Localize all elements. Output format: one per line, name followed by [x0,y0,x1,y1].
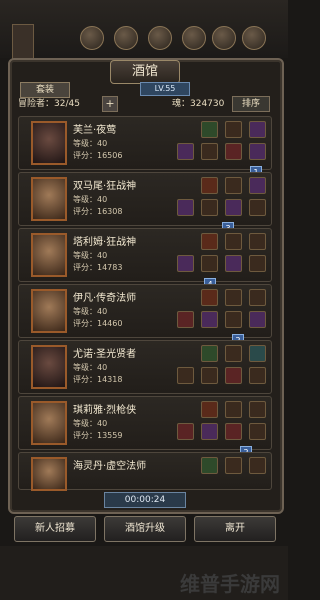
hero-level: 等级：40 [73,195,108,204]
equip-slot[interactable] [249,311,266,328]
equip-slot[interactable] [201,401,218,418]
equip-slot[interactable] [225,199,242,216]
equip-slot[interactable] [225,367,242,384]
menu-icon[interactable] [12,24,34,62]
equip-slot[interactable] [225,177,242,194]
equip-slot[interactable] [201,199,218,216]
hero-portrait [31,121,67,165]
hero-portrait [31,233,67,277]
adventurer-count: 冒险者：32/45 [18,99,80,109]
settings-icon[interactable] [242,26,266,50]
hero-score: 评分：16308 [73,207,123,216]
equip-slot[interactable] [225,423,242,440]
top-bar [0,0,288,62]
equip-slot[interactable] [225,311,242,328]
hero-portrait [31,401,67,445]
equip-slot[interactable] [249,457,266,474]
watermark: 维普手游网 [180,572,280,596]
hero-icon[interactable] [80,26,104,50]
tavern-icon[interactable] [114,26,138,50]
equip-slot[interactable] [249,289,266,306]
equip-slot[interactable] [177,423,194,440]
hero-name: 伊凡·传奇法师 [73,293,137,304]
equip-slot[interactable] [249,401,266,418]
hero-card[interactable]: 海灵丹·虚空法师 [18,452,272,491]
equip-slot[interactable] [177,367,194,384]
hero-portrait [31,289,67,333]
equip-slot[interactable] [225,121,242,138]
equip-slot[interactable] [225,401,242,418]
hero-card[interactable]: 芙兰·夜莺 等级：40 评分：16506 [18,116,272,170]
chest-icon[interactable] [148,26,172,50]
equip-slot[interactable] [225,345,242,362]
equip-slot[interactable] [201,233,218,250]
equip-slot[interactable] [225,255,242,272]
scroll-icon[interactable] [212,26,236,50]
equip-slot[interactable] [249,367,266,384]
hero-name: 尤诺·圣光贤者 [73,349,137,360]
equip-slot[interactable] [249,423,266,440]
equip-slot[interactable] [201,289,218,306]
hero-name: 琪莉雅·烈枪侠 [73,405,137,416]
equip-slot[interactable] [177,143,194,160]
sort-button[interactable]: 排序 [232,96,270,112]
hero-score: 评分：13559 [73,431,123,440]
hero-level: 等级：40 [73,251,108,260]
equip-slot[interactable] [201,423,218,440]
equip-slot[interactable] [201,121,218,138]
hero-portrait [31,345,67,389]
hero-name: 双马尾·狂战神 [73,181,137,192]
equip-slot[interactable] [249,255,266,272]
hero-name: 塔利姆·狂战神 [73,237,137,248]
equip-slot[interactable] [201,345,218,362]
equip-slot[interactable] [249,199,266,216]
equip-slot[interactable] [177,311,194,328]
equip-slot[interactable] [249,345,266,362]
soul-currency: 魂：324730 [172,99,225,109]
info-bar: 冒险者：32/45 + 魂：324730 排序 [18,96,270,112]
equip-slot[interactable] [225,143,242,160]
hero-name: 海灵丹·虚空法师 [73,461,147,472]
equip-slot[interactable] [201,311,218,328]
action-bar: 新人招募 酒馆升级 离开 [0,512,288,546]
hero-card[interactable]: 伊凡·传奇法师 等级：40 评分：14460 [18,284,272,338]
panel-title: 酒馆 [110,60,180,84]
equip-slot[interactable] [249,121,266,138]
recruit-button[interactable]: 新人招募 [14,516,96,542]
timer: 00:00:24 [104,492,186,508]
hero-portrait [31,457,67,491]
crystal-icon[interactable] [182,26,206,50]
equip-slot[interactable] [201,367,218,384]
hero-level: 等级：40 [73,139,108,148]
equip-slot[interactable] [225,233,242,250]
hero-score: 评分：14460 [73,319,123,328]
equip-slot[interactable] [201,457,218,474]
hero-card[interactable]: 双马尾·狂战神 等级：40 评分：16308 [18,172,272,226]
upgrade-button[interactable]: 酒馆升级 [104,516,186,542]
hero-card[interactable]: 塔利姆·狂战神 等级：40 评分：14783 [18,228,272,282]
hero-name: 芙兰·夜莺 [73,125,117,136]
equip-slot[interactable] [249,177,266,194]
equip-slot[interactable] [201,255,218,272]
hero-portrait [31,177,67,221]
equip-slot[interactable] [177,199,194,216]
equip-slot[interactable] [249,143,266,160]
hero-score: 评分：14318 [73,375,123,384]
hero-level: 等级：40 [73,419,108,428]
hero-card[interactable]: 尤诺·圣光贤者 等级：40 评分：14318 [18,340,272,394]
hero-card[interactable]: 琪莉雅·烈枪侠 等级：40 评分：13559 [18,396,272,450]
equip-slot[interactable] [225,289,242,306]
equip-slot[interactable] [201,143,218,160]
hero-level: 等级：40 [73,363,108,372]
add-slot-button[interactable]: + [102,96,118,112]
hero-level: 等级：40 [73,307,108,316]
equip-slot[interactable] [249,233,266,250]
equip-slot[interactable] [177,255,194,272]
hero-score: 评分：16506 [73,151,123,160]
hero-score: 评分：14783 [73,263,123,272]
tavern-level: LV.55 [140,82,190,96]
leave-button[interactable]: 离开 [194,516,276,542]
equip-slot[interactable] [225,457,242,474]
equip-slot[interactable] [201,177,218,194]
